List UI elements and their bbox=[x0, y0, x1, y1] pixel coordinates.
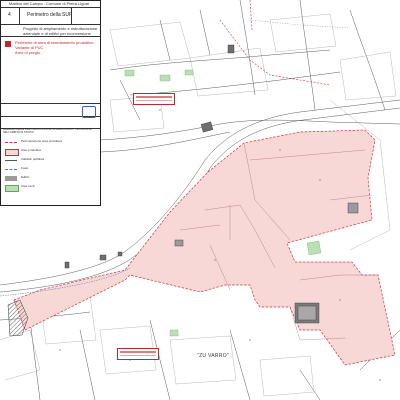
legend-item-0: Perimetrazione area produttiva bbox=[5, 139, 100, 147]
upper-perimeter bbox=[219, 19, 331, 86]
legend-item-2: Viabilita' pubblica bbox=[5, 157, 100, 165]
legend-item-label: Edifici bbox=[21, 175, 30, 179]
legend-item-5: Aree verdi bbox=[5, 184, 100, 192]
legend-item-label: Perimetrazione area produttiva bbox=[21, 139, 63, 143]
legend-swatch-water-icon bbox=[5, 169, 17, 170]
place-label: "ZU VARRO" bbox=[197, 353, 230, 359]
legend-item-3: Fossi bbox=[5, 166, 100, 174]
dotted-boundary bbox=[249, 19, 351, 29]
description-line-2: aziendale e di edifici per riconversione bbox=[23, 31, 91, 36]
title-row-stamp bbox=[1, 103, 100, 118]
sheet-number: 4 bbox=[8, 12, 11, 18]
sheet-title: Perimetro della SUP bbox=[27, 12, 73, 18]
legend-item-label: Aree produttive bbox=[21, 148, 42, 152]
map-note-box-top bbox=[133, 93, 175, 105]
title-row-notes: Perimetro di area di insediamento produt… bbox=[1, 37, 100, 103]
title-row-desc: Progetto di ampliamento e ristrutturazio… bbox=[1, 25, 100, 37]
legend-swatch-zone-icon bbox=[5, 149, 19, 156]
brand-mark-icon bbox=[5, 41, 11, 47]
legend-header: LEGENDA DELLE PREVISIONI DI PIANO IN ARE… bbox=[3, 128, 92, 134]
title-row-top: Mattino del Campo - Comune di Pietra Lig… bbox=[1, 1, 100, 8]
title-block: Mattino del Campo - Comune di Pietra Lig… bbox=[0, 0, 101, 206]
map-note-box-bottom bbox=[117, 348, 159, 360]
legend-swatch-green-icon bbox=[5, 185, 19, 192]
legend-item-label: Viabilita' pubblica bbox=[21, 157, 45, 161]
legend-item-label: Fossi bbox=[21, 166, 29, 170]
legend-note-3: Aree di pregio bbox=[15, 50, 40, 55]
legend-item-4: Edifici bbox=[5, 175, 100, 183]
legend-swatch-road-icon bbox=[5, 160, 17, 161]
project-location: Mattino del Campo - Comune di Pietra Lig… bbox=[9, 1, 90, 6]
legend-item-label: Aree verdi bbox=[21, 184, 35, 188]
legend-swatch-building-icon bbox=[5, 176, 17, 181]
legend-item-1: Aree produttive bbox=[5, 148, 100, 156]
title-row-sheet: 4 Perimetro della SUP bbox=[1, 8, 100, 25]
upper-perimeter-2 bbox=[249, 0, 253, 31]
legend-swatch-perimeter-icon bbox=[5, 142, 17, 143]
